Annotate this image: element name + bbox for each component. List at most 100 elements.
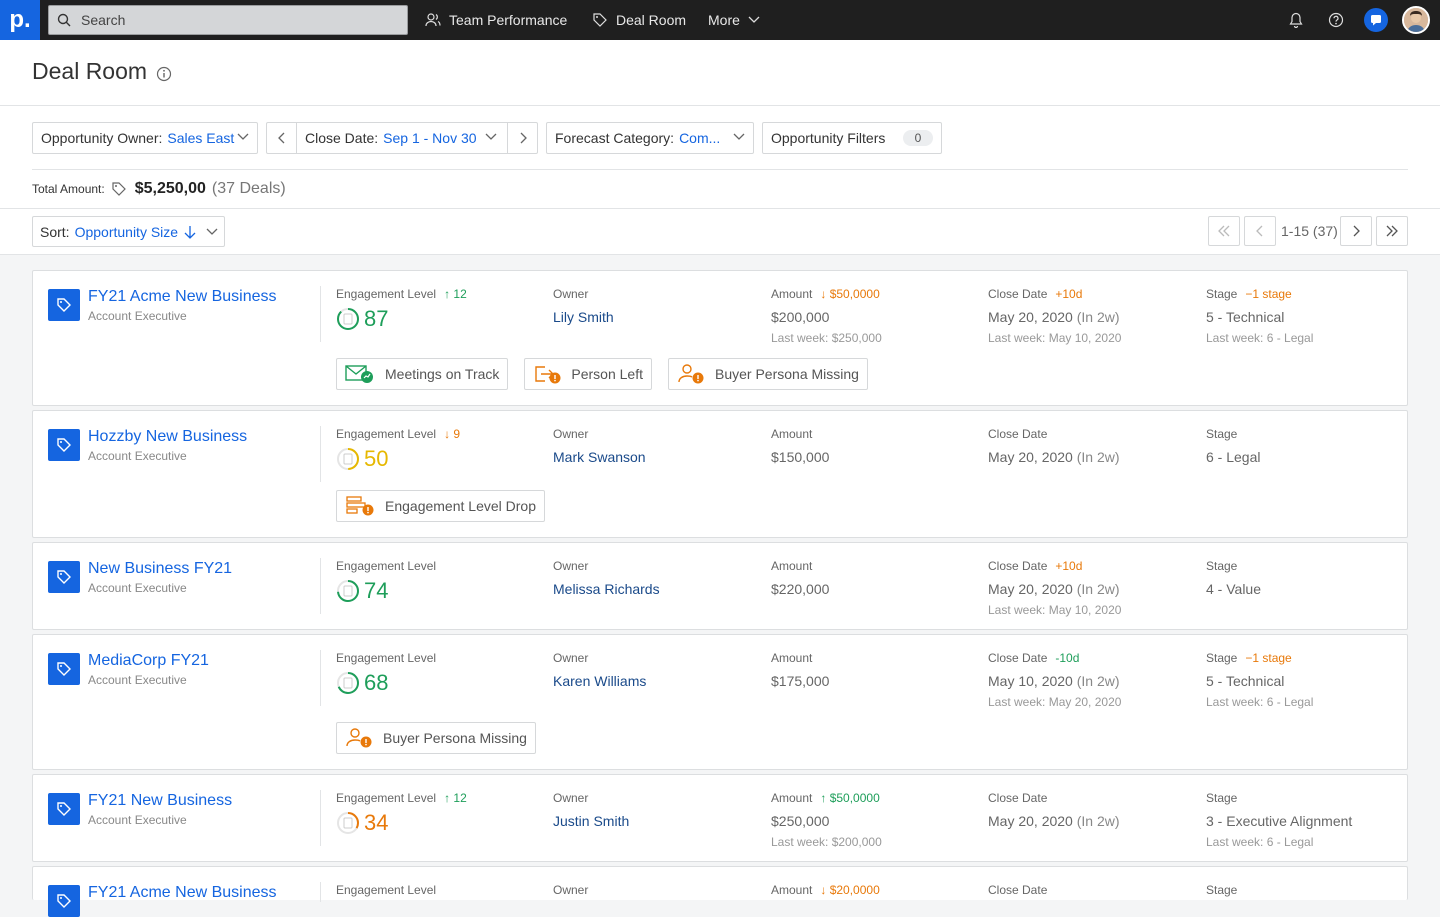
prev-date-button[interactable] xyxy=(267,123,297,153)
help-button[interactable] xyxy=(1326,10,1346,30)
deal-card[interactable]: FY21 Acme New Business Account Executive… xyxy=(32,270,1408,406)
sort-dropdown[interactable]: Sort: Opportunity Size xyxy=(32,216,225,247)
owner-name[interactable]: Mark Swanson xyxy=(553,449,646,465)
user-avatar[interactable] xyxy=(1402,6,1430,34)
deal-name-link[interactable]: MediaCorp FY21 xyxy=(88,652,209,670)
deal-card[interactable]: New Business FY21 Account Executive Enga… xyxy=(32,542,1408,630)
owner-column: Owner Mark Swanson xyxy=(553,427,646,465)
arrow-down-icon xyxy=(184,225,196,239)
nav-label: Team Performance xyxy=(449,12,568,28)
nav-label: Deal Room xyxy=(616,12,687,28)
owner-filter[interactable]: Opportunity Owner: Sales East xyxy=(32,122,258,154)
total-value: $5,250,00 xyxy=(134,180,206,197)
engagement-ring-icon xyxy=(337,672,359,694)
total-deals: (37 Deals) xyxy=(211,180,286,197)
close-date-value: Sep 1 - Nov 30 xyxy=(383,130,477,146)
app-logo[interactable]: p. xyxy=(0,0,40,40)
chevron-down-icon xyxy=(733,133,745,140)
deal-card[interactable]: FY21 Acme New Business Engagement Level … xyxy=(32,866,1408,917)
stage-column: Stage −1 stage 5 - Technical Last week: 6… xyxy=(1206,287,1313,345)
deal-card[interactable]: MediaCorp FY21 Account Executive Engagem… xyxy=(32,634,1408,770)
signal-badge[interactable]: Engagement Level Drop xyxy=(336,490,545,522)
deal-card[interactable]: Hozzby New Business Account Executive En… xyxy=(32,410,1408,538)
amount-delta: ↑ $50,0000 xyxy=(820,791,880,805)
close-relative: (In 2w) xyxy=(1076,813,1120,829)
close-last-week: Last week: May 10, 2020 xyxy=(988,603,1122,617)
owner-column: Owner Melissa Richards xyxy=(553,559,660,597)
engagement-value: 50 xyxy=(364,446,389,471)
stage-column: Stage −1 stage 5 - Technical Last week: 6… xyxy=(1206,651,1313,709)
forecast-filter[interactable]: Forecast Category: Com... xyxy=(546,122,754,154)
owner-name[interactable]: Karen Williams xyxy=(553,673,646,689)
stage-column: Stage 6 - Legal xyxy=(1206,427,1260,465)
signal-label: Meetings on Track xyxy=(385,366,500,382)
owner-name[interactable]: Justin Smith xyxy=(553,813,629,829)
signal-label: Engagement Level Drop xyxy=(385,498,536,514)
signals-row: Meetings on Track Person Left Buyer Pers… xyxy=(336,358,868,390)
stage-column: Stage 4 - Value xyxy=(1206,559,1261,597)
next-page-button[interactable] xyxy=(1340,216,1372,246)
nav-deal-room[interactable]: Deal Room xyxy=(592,0,686,40)
first-page-button[interactable] xyxy=(1208,216,1240,246)
amount-column: Amount ↓ $50,0000 $200,000 Last week: $25… xyxy=(771,287,882,345)
close-date: May 10, 2020 xyxy=(988,673,1073,689)
close-label: Close Date xyxy=(988,883,1048,897)
notifications-button[interactable] xyxy=(1286,10,1306,30)
nav-team-performance[interactable]: Team Performance xyxy=(425,0,567,40)
close-date-label: Close Date: xyxy=(305,130,379,146)
close-date: May 20, 2020 xyxy=(988,449,1073,465)
engagement-delta: ↑ 12 xyxy=(444,287,467,301)
filter-area: Opportunity Owner: Sales East Close Date… xyxy=(0,106,1440,209)
signal-badge[interactable]: Person Left xyxy=(524,358,652,390)
deal-name-link[interactable]: New Business FY21 xyxy=(88,560,232,578)
owner-name[interactable]: Melissa Richards xyxy=(553,581,660,597)
envelope-check-icon xyxy=(345,365,373,383)
nav-more[interactable]: More xyxy=(708,0,760,40)
deal-name-link[interactable]: FY21 Acme New Business xyxy=(88,884,277,902)
info-icon[interactable] xyxy=(156,66,172,85)
top-bar: p. Team Performance Deal Room More xyxy=(0,0,1440,40)
tag-icon xyxy=(112,182,126,196)
signal-badge[interactable]: Meetings on Track xyxy=(336,358,509,390)
close-date-column: Close Date May 20, 2020 (In 2w) xyxy=(988,791,1120,829)
stage-label: Stage xyxy=(1206,559,1238,573)
owner-column: Owner xyxy=(553,883,588,897)
engagement-ring-icon xyxy=(337,580,359,602)
last-page-button[interactable] xyxy=(1376,216,1408,246)
stage-delta: −1 stage xyxy=(1245,287,1292,301)
amount-delta: ↓ $50,0000 xyxy=(820,287,880,301)
signal-badge[interactable]: Buyer Persona Missing xyxy=(336,722,536,754)
close-relative: (In 2w) xyxy=(1076,581,1120,597)
engagement-ring-icon xyxy=(337,812,359,834)
amount-label: Amount xyxy=(771,559,813,573)
owner-filter-label: Opportunity Owner: xyxy=(41,130,163,146)
amount-value: $150,000 xyxy=(771,449,830,465)
next-date-button[interactable] xyxy=(507,123,537,153)
opportunity-filters[interactable]: Opportunity Filters 0 xyxy=(762,122,942,154)
engagement-ring-icon xyxy=(337,448,359,470)
prev-page-button[interactable] xyxy=(1244,216,1276,246)
amount-value: $200,000 xyxy=(771,309,830,325)
deal-name-link[interactable]: Hozzby New Business xyxy=(88,428,247,446)
owner-name[interactable]: Lily Smith xyxy=(553,309,614,325)
signal-badge[interactable]: Buyer Persona Missing xyxy=(668,358,868,390)
amount-label: Amount xyxy=(771,287,813,301)
search-box[interactable] xyxy=(48,5,408,35)
search-input[interactable] xyxy=(81,6,401,34)
stage-value: 5 - Technical xyxy=(1206,309,1285,325)
close-date-filter[interactable]: Close Date: Sep 1 - Nov 30 xyxy=(266,122,538,154)
stage-value: 5 - Technical xyxy=(1206,673,1285,689)
amount-value: $175,000 xyxy=(771,673,830,689)
divider xyxy=(320,882,321,902)
stage-label: Stage xyxy=(1206,651,1238,665)
amount-last-week: Last week: $250,000 xyxy=(771,331,882,345)
double-chevron-left-icon xyxy=(1218,225,1230,237)
amount-label: Amount xyxy=(771,651,813,665)
deal-role: Account Executive xyxy=(88,581,187,595)
chat-button[interactable] xyxy=(1364,8,1388,32)
deal-name-link[interactable]: FY21 Acme New Business xyxy=(88,288,277,306)
deal-card[interactable]: FY21 New Business Account Executive Enga… xyxy=(32,774,1408,862)
deal-name-link[interactable]: FY21 New Business xyxy=(88,792,232,810)
sort-area: Sort: Opportunity Size 1-15 (37) xyxy=(0,209,1440,255)
close-date: May 20, 2020 xyxy=(988,581,1073,597)
